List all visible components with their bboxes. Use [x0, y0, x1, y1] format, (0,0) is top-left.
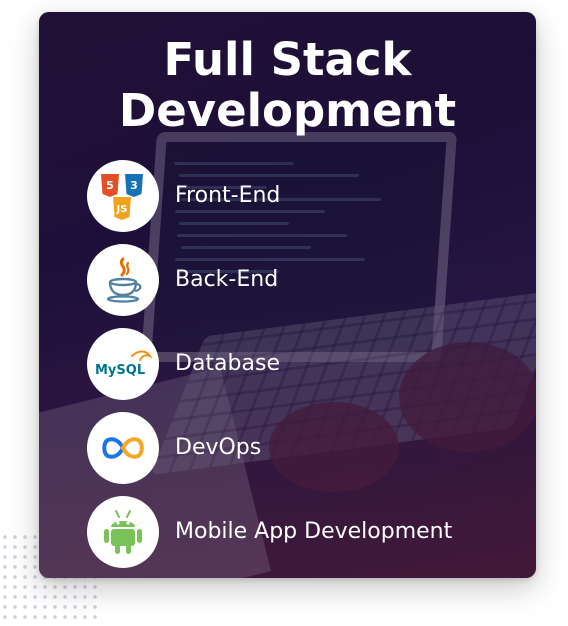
list-item-front-end: 5 3 JS Front-End — [87, 160, 517, 234]
android-icon — [87, 496, 159, 568]
title-line-2: Development — [118, 84, 457, 137]
list-item-database: MySQL Database — [87, 328, 517, 402]
java-icon — [87, 244, 159, 316]
devops-infinity-icon — [87, 412, 159, 484]
svg-text:JS: JS — [116, 204, 128, 215]
mysql-icon: MySQL — [87, 328, 159, 400]
list-item-devops: DevOps — [87, 412, 517, 486]
list-item-label: Mobile App Development — [175, 519, 453, 544]
list-item-label: DevOps — [175, 435, 262, 460]
full-stack-card: Full Stack Development 5 3 JS Front-End … — [39, 12, 536, 578]
svg-text:MySQL: MySQL — [95, 363, 145, 378]
svg-text:5: 5 — [106, 179, 114, 192]
list-item-label: Back-End — [175, 267, 279, 292]
list-item-mobile-app: Mobile App Development — [87, 496, 517, 570]
svg-text:3: 3 — [130, 179, 138, 192]
page-title: Full Stack Development — [39, 34, 536, 136]
list-item-label: Front-End — [175, 183, 281, 208]
html5-css3-js-icon: 5 3 JS — [87, 160, 159, 232]
list-item-label: Database — [175, 351, 280, 376]
list-item-back-end: Back-End — [87, 244, 517, 318]
title-line-1: Full Stack — [163, 33, 412, 86]
page: Full Stack Development 5 3 JS Front-End … — [0, 0, 568, 626]
